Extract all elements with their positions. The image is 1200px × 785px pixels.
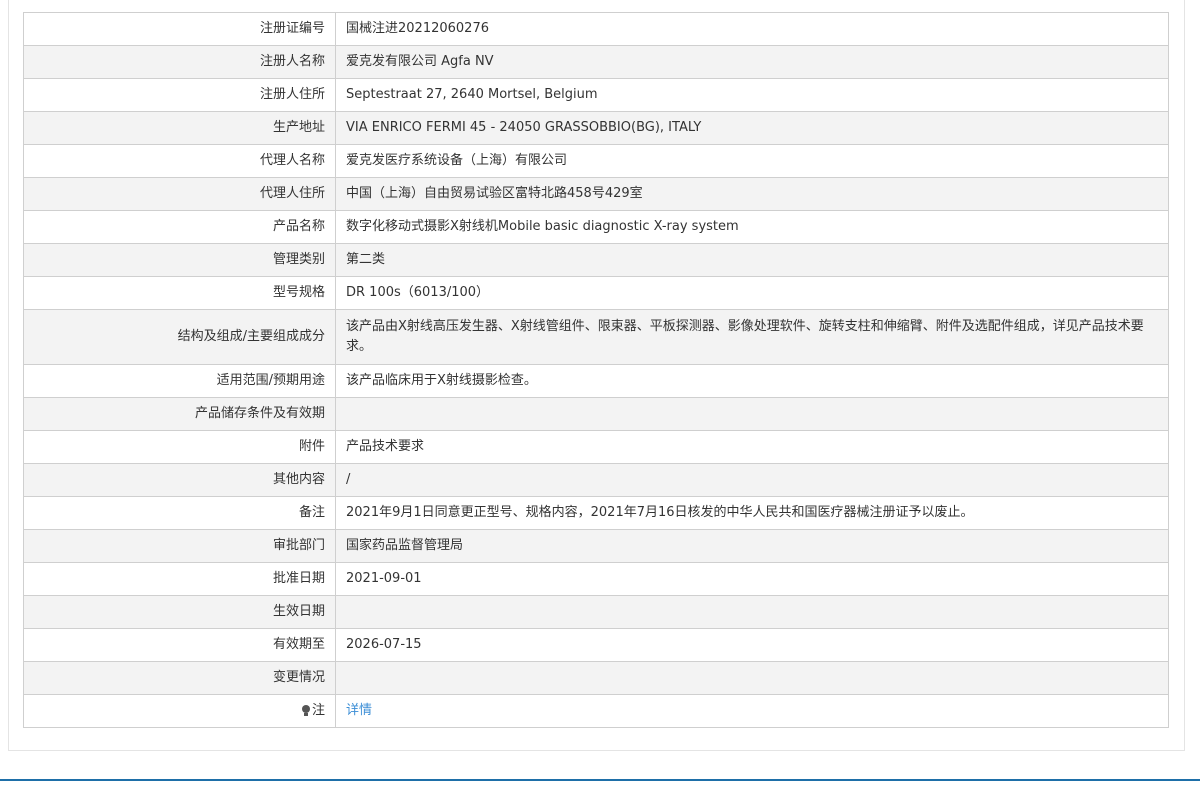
value-production-address: VIA ENRICO FERMI 45 - 24050 GRASSOBBIO(B… [335,111,1169,145]
table-row-approval-date: 批准日期 2021-09-01 [23,562,1169,596]
table-row-remarks: 备注 2021年9月1日同意更正型号、规格内容，2021年7月16日核发的中华人… [23,496,1169,530]
label-product-name: 产品名称 [23,210,336,244]
table-row-structure-composition: 结构及组成/主要组成成分 该产品由X射线高压发生器、X射线管组件、限束器、平板探… [23,309,1169,365]
label-note: 注 [311,703,325,718]
table-row-registration-number: 注册证编号 国械注进20212060276 [23,12,1169,46]
table-row-registrant-address: 注册人住所 Septestraat 27, 2640 Mortsel, Belg… [23,78,1169,112]
table-row-management-category: 管理类别 第二类 [23,243,1169,277]
label-registrant-address: 注册人住所 [23,78,336,112]
details-link[interactable]: 详情 [346,703,372,718]
value-product-name: 数字化移动式摄影X射线机Mobile basic diagnostic X-ra… [335,210,1169,244]
label-agent-name: 代理人名称 [23,144,336,178]
value-management-category: 第二类 [335,243,1169,277]
table-row-note: 注 详情 [23,694,1169,728]
label-note-cell: 注 [23,694,336,728]
value-note-cell: 详情 [335,694,1169,728]
label-model-spec: 型号规格 [23,276,336,310]
value-attachment: 产品技术要求 [335,430,1169,464]
table-row-agent-address: 代理人住所 中国（上海）自由贸易试验区富特北路458号429室 [23,177,1169,211]
value-approval-department: 国家药品监督管理局 [335,529,1169,563]
registration-info-table: 注册证编号 国械注进20212060276 注册人名称 爱克发有限公司 Agfa… [23,12,1169,728]
footer-divider [0,779,1200,781]
value-change-status [335,661,1169,695]
value-valid-until: 2026-07-15 [335,628,1169,662]
label-structure-composition: 结构及组成/主要组成成分 [23,309,336,365]
table-row-other-content: 其他内容 / [23,463,1169,497]
table-row-registrant-name: 注册人名称 爱克发有限公司 Agfa NV [23,45,1169,79]
table-row-effective-date: 生效日期 [23,595,1169,629]
label-approval-department: 审批部门 [23,529,336,563]
label-storage-validity: 产品储存条件及有效期 [23,397,336,431]
table-row-attachment: 附件 产品技术要求 [23,430,1169,464]
value-agent-address: 中国（上海）自由贸易试验区富特北路458号429室 [335,177,1169,211]
value-registrant-address: Septestraat 27, 2640 Mortsel, Belgium [335,78,1169,112]
label-intended-use: 适用范围/预期用途 [23,364,336,398]
label-approval-date: 批准日期 [23,562,336,596]
value-registrant-name: 爱克发有限公司 Agfa NV [335,45,1169,79]
label-agent-address: 代理人住所 [23,177,336,211]
label-attachment: 附件 [23,430,336,464]
value-approval-date: 2021-09-01 [335,562,1169,596]
table-row-model-spec: 型号规格 DR 100s（6013/100） [23,276,1169,310]
table-row-change-status: 变更情况 [23,661,1169,695]
value-structure-composition: 该产品由X射线高压发生器、X射线管组件、限束器、平板探测器、影像处理软件、旋转支… [335,309,1169,365]
label-registrant-name: 注册人名称 [23,45,336,79]
value-storage-validity [335,397,1169,431]
label-registration-number: 注册证编号 [23,12,336,46]
lightbulb-icon [301,705,310,716]
table-row-agent-name: 代理人名称 爱克发医疗系统设备（上海）有限公司 [23,144,1169,178]
value-agent-name: 爱克发医疗系统设备（上海）有限公司 [335,144,1169,178]
label-effective-date: 生效日期 [23,595,336,629]
label-valid-until: 有效期至 [23,628,336,662]
table-row-production-address: 生产地址 VIA ENRICO FERMI 45 - 24050 GRASSOB… [23,111,1169,145]
table-row-intended-use: 适用范围/预期用途 该产品临床用于X射线摄影检查。 [23,364,1169,398]
value-registration-number: 国械注进20212060276 [335,12,1169,46]
label-other-content: 其他内容 [23,463,336,497]
label-change-status: 变更情况 [23,661,336,695]
value-other-content: / [335,463,1169,497]
label-remarks: 备注 [23,496,336,530]
value-intended-use: 该产品临床用于X射线摄影检查。 [335,364,1169,398]
value-model-spec: DR 100s（6013/100） [335,276,1169,310]
value-effective-date [335,595,1169,629]
value-remarks: 2021年9月1日同意更正型号、规格内容，2021年7月16日核发的中华人民共和… [335,496,1169,530]
table-row-storage-validity: 产品储存条件及有效期 [23,397,1169,431]
label-production-address: 生产地址 [23,111,336,145]
registration-info-panel: 注册证编号 国械注进20212060276 注册人名称 爱克发有限公司 Agfa… [8,0,1185,751]
table-row-product-name: 产品名称 数字化移动式摄影X射线机Mobile basic diagnostic… [23,210,1169,244]
table-row-approval-department: 审批部门 国家药品监督管理局 [23,529,1169,563]
label-management-category: 管理类别 [23,243,336,277]
table-row-valid-until: 有效期至 2026-07-15 [23,628,1169,662]
